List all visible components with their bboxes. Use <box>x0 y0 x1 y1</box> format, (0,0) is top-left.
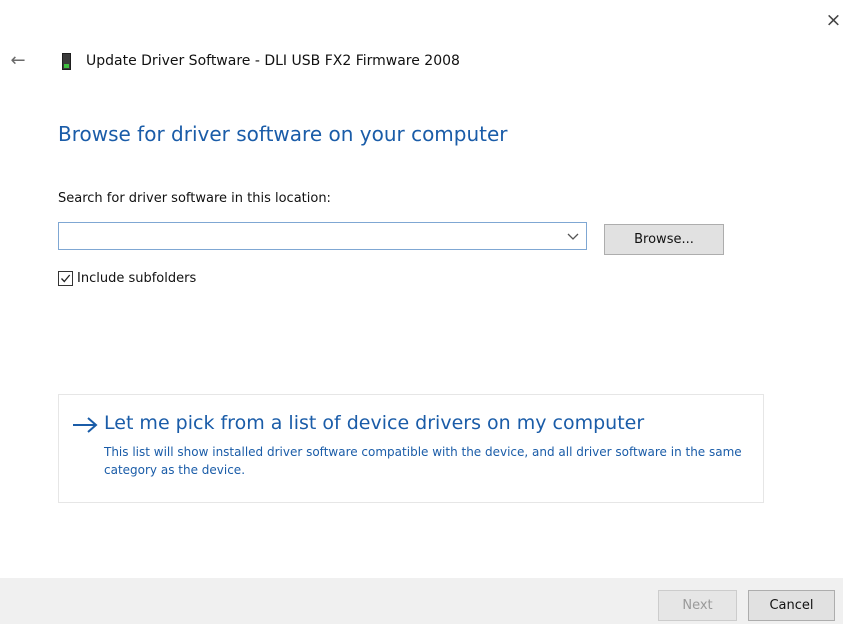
location-combobox[interactable] <box>58 222 587 250</box>
page-heading: Browse for driver software on your compu… <box>58 122 508 146</box>
back-arrow-icon[interactable]: ← <box>7 50 29 72</box>
pick-option-title[interactable]: Let me pick from a list of device driver… <box>104 409 644 437</box>
next-button[interactable]: Next <box>658 590 737 621</box>
include-subfolders-checkbox[interactable] <box>58 271 73 286</box>
chevron-down-icon[interactable] <box>566 227 580 245</box>
checkmark-icon <box>61 274 71 283</box>
pick-from-list-option[interactable]: Let me pick from a list of device driver… <box>58 394 764 503</box>
pick-option-description: This list will show installed driver sof… <box>104 445 742 477</box>
dialog-footer: Next Cancel <box>0 578 843 624</box>
location-input[interactable] <box>62 225 566 247</box>
close-button[interactable]: × <box>824 8 843 32</box>
browse-button[interactable]: Browse... <box>604 224 724 255</box>
search-location-label: Search for driver software in this locat… <box>58 191 331 206</box>
window-title: Update Driver Software - DLI USB FX2 Fir… <box>86 53 460 69</box>
include-subfolders-label: Include subfolders <box>77 271 197 286</box>
usb-device-icon <box>62 53 71 70</box>
arrow-right-icon <box>72 415 98 435</box>
cancel-button[interactable]: Cancel <box>748 590 835 621</box>
